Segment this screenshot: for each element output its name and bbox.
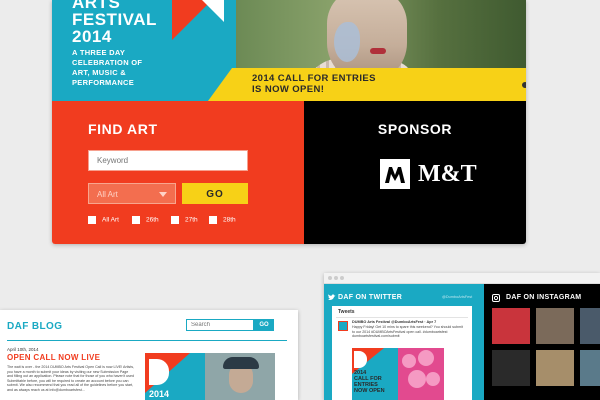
twitter-panel: DAF ON TWITTER @DumboArtsFest Tweets DUM…	[324, 284, 484, 400]
post-image-hat	[223, 357, 259, 369]
hero-subtitle-line: ART, MUSIC &	[72, 68, 127, 77]
hero-photo-facepaint	[334, 22, 360, 62]
checkbox-label: 26th	[146, 216, 159, 224]
hero-slider[interactable]: ARTS FESTIVAL 2014 A THREE DAY CELEBRATI…	[52, 0, 526, 101]
hero-title-line: 2014	[72, 27, 112, 46]
tweet-image-photo	[398, 348, 444, 400]
banner-line: IS NOW OPEN!	[252, 84, 325, 95]
social-card: DAF ON TWITTER @DumboArtsFest Tweets DUM…	[324, 273, 600, 400]
post-body: The wait is over - the 2014 DUMBO Arts F…	[7, 365, 135, 392]
blog-search-button[interactable]: GO	[254, 319, 274, 331]
tweet-author[interactable]: DUMBO Arts Festival @DumboArtsFest · Apr…	[352, 320, 436, 324]
homepage-card: ARTS FESTIVAL 2014 A THREE DAY CELEBRATI…	[52, 0, 526, 244]
twitter-feed[interactable]: Tweets DUMBO Arts Festival @DumboArtsFes…	[332, 306, 472, 400]
post-date: April 10th, 2014	[7, 347, 39, 352]
checkbox-box[interactable]	[171, 216, 179, 224]
window-titlebar	[324, 273, 600, 284]
post-image-year: 2014	[149, 389, 170, 399]
divider	[336, 317, 468, 318]
hero-photo-lips	[370, 48, 386, 54]
instagram-tile[interactable]	[580, 350, 600, 386]
instagram-panel: DAF ON INSTAGRAM	[484, 284, 600, 400]
tweet-image-text: 2014 CALL FOR ENTRIES NOW OPEN	[354, 370, 385, 394]
balloon	[426, 372, 440, 386]
balloon	[402, 354, 416, 368]
tweet-image-line: NOW OPEN	[354, 388, 385, 394]
hero-subtitle-line: A THREE DAY	[72, 48, 126, 57]
checkbox-box[interactable]	[132, 216, 140, 224]
window-dot-icon	[328, 276, 332, 280]
call-for-entries-text[interactable]: 2014 CALL FOR ENTRIES IS NOW OPEN!	[252, 73, 376, 95]
checkbox-28th[interactable]: 28th	[209, 216, 236, 224]
sponsor-panel: SPONSOR M&T	[304, 101, 526, 244]
instagram-camera-icon	[492, 294, 500, 302]
instagram-tile[interactable]	[580, 308, 600, 344]
art-type-select-value: All Art	[97, 190, 118, 199]
checkbox-27th[interactable]: 27th	[171, 216, 198, 224]
blog-card: DAF BLOG GO April 10th, 2014 OPEN CALL N…	[0, 310, 298, 400]
checkbox-label: 28th	[223, 216, 236, 224]
sponsor-logo-text[interactable]: M&T	[418, 161, 477, 188]
twitter-handle[interactable]: @DumboArtsFest	[442, 295, 472, 299]
carousel-dot-1[interactable]	[522, 82, 526, 88]
checkbox-label: All Art	[102, 216, 119, 224]
window-dot-icon	[334, 276, 338, 280]
twitter-bird-icon	[328, 294, 336, 300]
go-button[interactable]: GO	[182, 183, 248, 204]
hero-subtitle-line: PERFORMANCE	[72, 78, 135, 87]
instagram-tile[interactable]	[536, 308, 574, 344]
tweet-text: Happy Friday! Get 10 mins to spare this …	[352, 325, 463, 338]
hero-white-triangle	[202, 0, 224, 22]
hero-title-line: FESTIVAL	[72, 10, 157, 29]
find-art-panel: FIND ART All Art GO All Art 26th 27th 28…	[52, 101, 304, 244]
post-title[interactable]: OPEN CALL NOW LIVE	[7, 353, 100, 362]
post-image[interactable]: 2014	[145, 353, 275, 400]
hero-subtitle-line: CELEBRATION OF	[72, 58, 143, 67]
balloon	[418, 350, 434, 366]
window-dot-icon	[340, 276, 344, 280]
checkbox-label: 27th	[185, 216, 198, 224]
art-type-select[interactable]: All Art	[88, 183, 176, 204]
checkbox-all-art[interactable]: All Art	[88, 216, 119, 224]
tweet-image[interactable]: 2014 CALL FOR ENTRIES NOW OPEN	[352, 348, 444, 400]
instagram-tile[interactable]	[492, 308, 530, 344]
avatar[interactable]	[338, 321, 348, 331]
checkbox-box[interactable]	[209, 216, 217, 224]
keyword-input[interactable]	[88, 150, 248, 171]
mt-logo-icon[interactable]	[380, 159, 410, 189]
hero-subtitle: A THREE DAY CELEBRATION OF ART, MUSIC & …	[72, 48, 142, 88]
sponsor-title: SPONSOR	[377, 121, 453, 137]
divider	[7, 340, 287, 341]
find-art-title: FIND ART	[88, 121, 158, 137]
hero-title: ARTS FESTIVAL 2014	[72, 0, 157, 45]
instagram-tile[interactable]	[492, 350, 530, 386]
instagram-title: DAF ON INSTAGRAM	[506, 294, 582, 301]
blog-search-input[interactable]	[186, 319, 254, 331]
instagram-tile[interactable]	[536, 350, 574, 386]
checkbox-26th[interactable]: 26th	[132, 216, 159, 224]
tweets-label: Tweets	[338, 309, 355, 315]
balloon	[408, 370, 426, 388]
banner-slant	[208, 68, 232, 101]
twitter-title: DAF ON TWITTER	[338, 294, 403, 301]
blog-title: DAF BLOG	[7, 321, 63, 332]
chevron-down-icon	[159, 192, 167, 197]
banner-line: 2014 CALL FOR ENTRIES	[252, 73, 376, 84]
checkbox-box[interactable]	[88, 216, 96, 224]
